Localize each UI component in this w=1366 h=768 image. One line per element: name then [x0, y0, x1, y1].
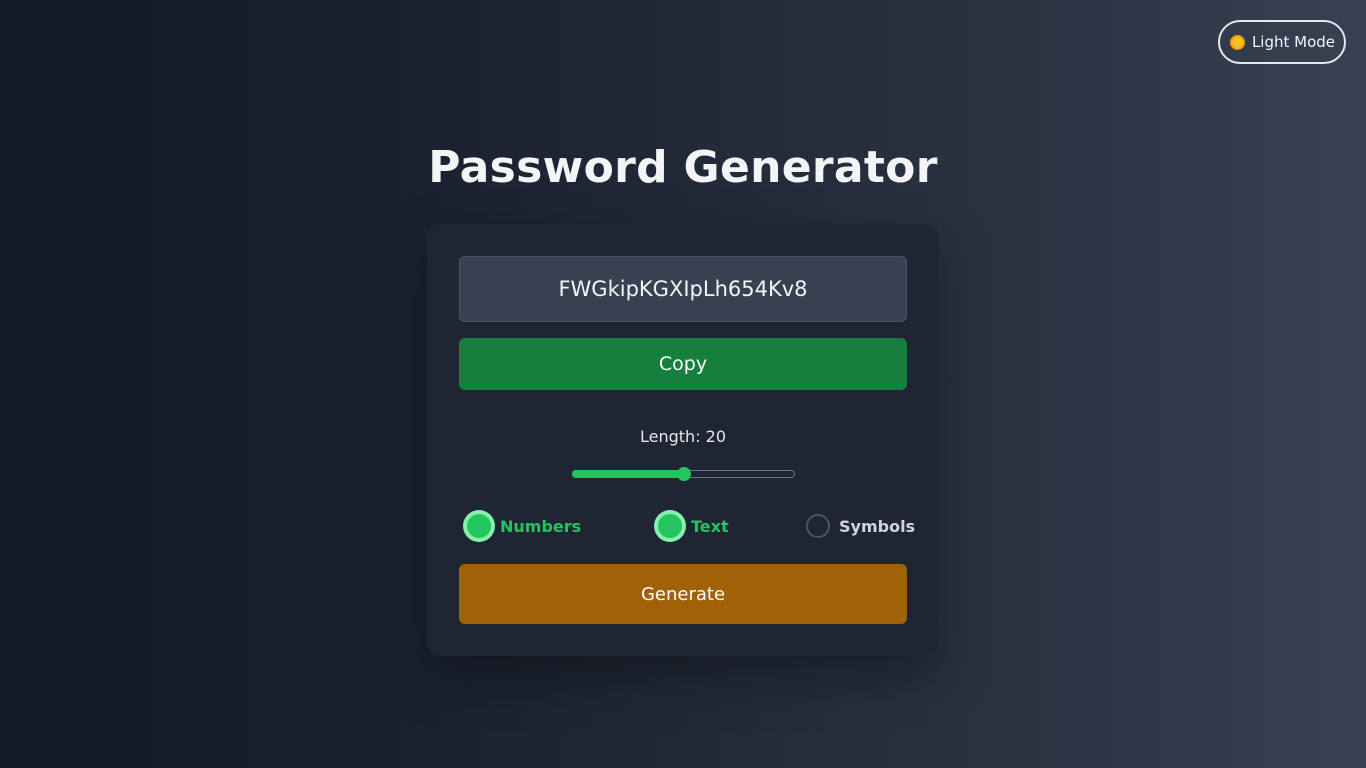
slider-fill [572, 470, 684, 478]
copy-button[interactable]: Copy [459, 338, 907, 390]
theme-toggle-button[interactable]: Light Mode [1218, 20, 1346, 64]
length-label: Length: 20 [639, 427, 727, 446]
text-radio[interactable] [654, 510, 686, 542]
password-output[interactable]: FWGkipKGXIpLh654Kv8 [459, 256, 907, 322]
option-text[interactable]: Text [654, 510, 729, 542]
sun-icon [1229, 34, 1246, 51]
option-numbers[interactable]: Numbers [463, 510, 581, 542]
length-slider[interactable] [572, 467, 795, 481]
text-label: Text [691, 516, 729, 536]
generate-button[interactable]: Generate [459, 564, 907, 624]
numbers-label: Numbers [500, 516, 582, 536]
symbols-radio[interactable] [806, 514, 830, 538]
generator-card: FWGkipKGXIpLh654Kv8 Copy Length: 20 Numb… [427, 224, 939, 656]
option-symbols[interactable]: Symbols [802, 510, 915, 542]
numbers-radio[interactable] [463, 510, 495, 542]
symbols-label: Symbols [839, 516, 916, 536]
page-title: Password Generator [428, 142, 938, 193]
theme-toggle-label: Light Mode [1251, 33, 1336, 51]
slider-thumb[interactable] [677, 467, 691, 481]
